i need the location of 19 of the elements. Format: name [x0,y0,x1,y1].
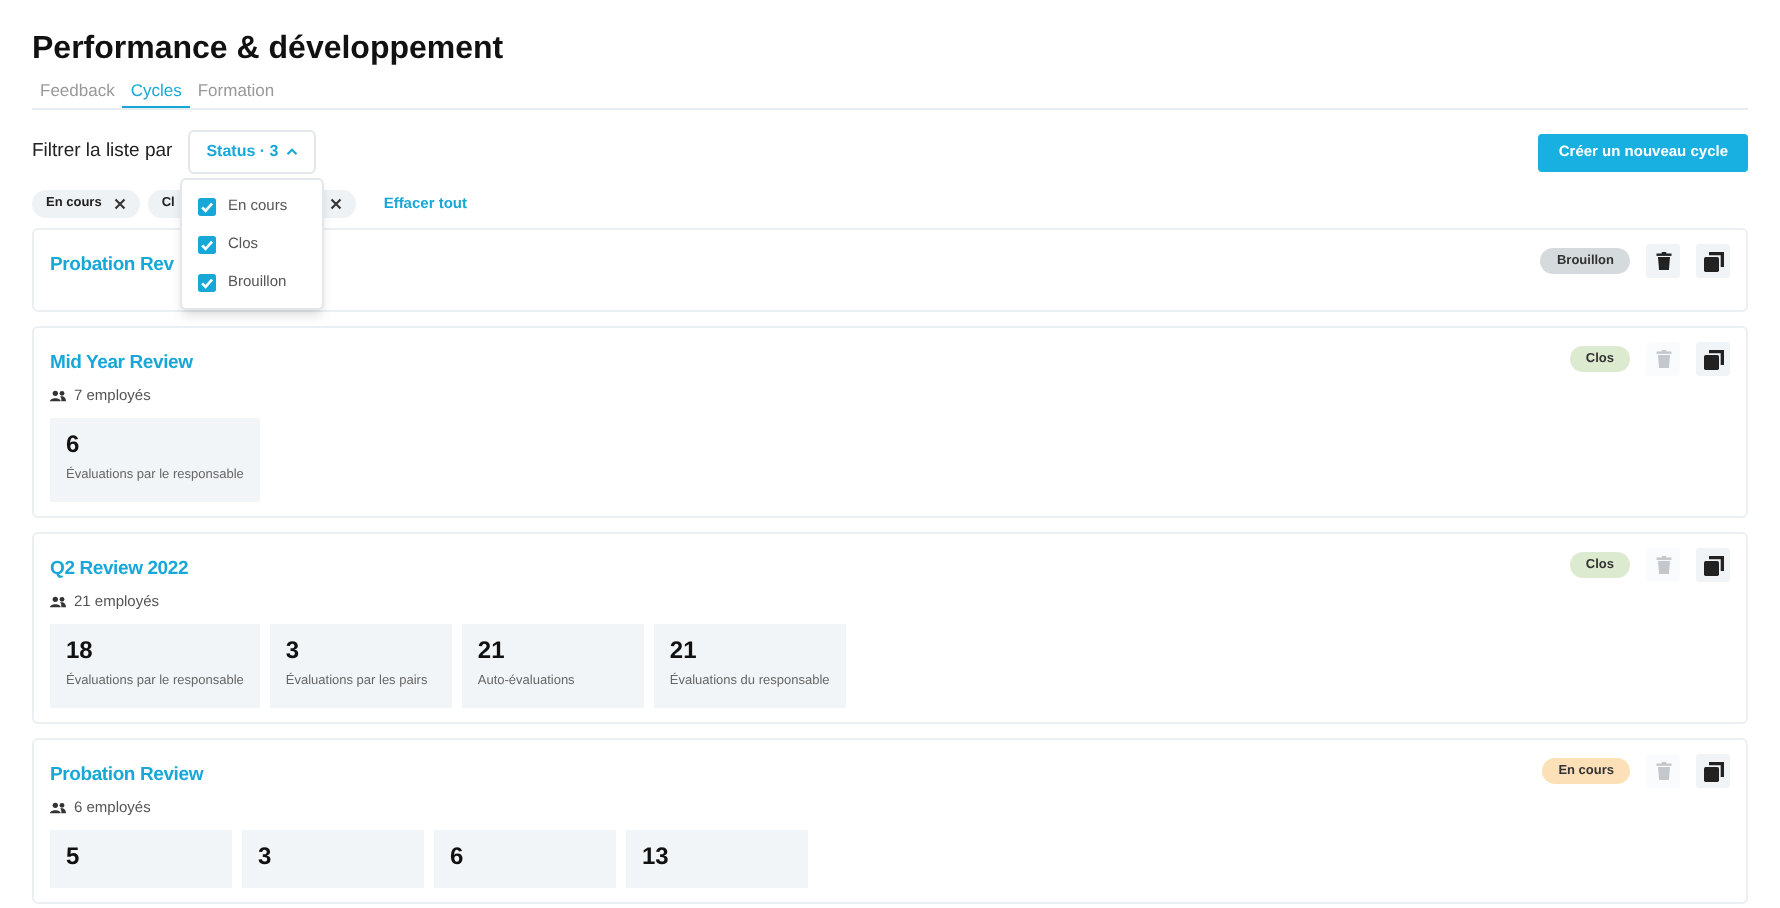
tab[interactable]: Cycles [122,78,190,108]
stat-value: 13 [642,842,671,873]
stat-value: 6 [66,430,82,461]
cycle-title-link[interactable]: Q2 Review 2022 [50,556,189,584]
tab[interactable]: Formation [189,78,283,108]
cycle-title-link[interactable]: Mid Year Review [50,350,193,378]
cycle-title-link[interactable]: Probation Rev [50,252,174,280]
tab[interactable]: Feedback [32,78,123,108]
status-filter-button[interactable]: Status · 3 [188,130,317,174]
stat-value: 21 [669,636,699,667]
stat-value: 6 [450,842,466,873]
stat-value: 18 [66,636,95,667]
stat-value: 3 [285,636,302,667]
stat-value: 21 [477,636,507,667]
cycle-title-link[interactable]: Probation Review [50,762,204,790]
stat-value: 5 [66,842,82,873]
stat-value: 3 [258,842,274,873]
page-title: Performance & développement [32,30,506,70]
filter-label: Filtrer la liste par [32,137,173,166]
